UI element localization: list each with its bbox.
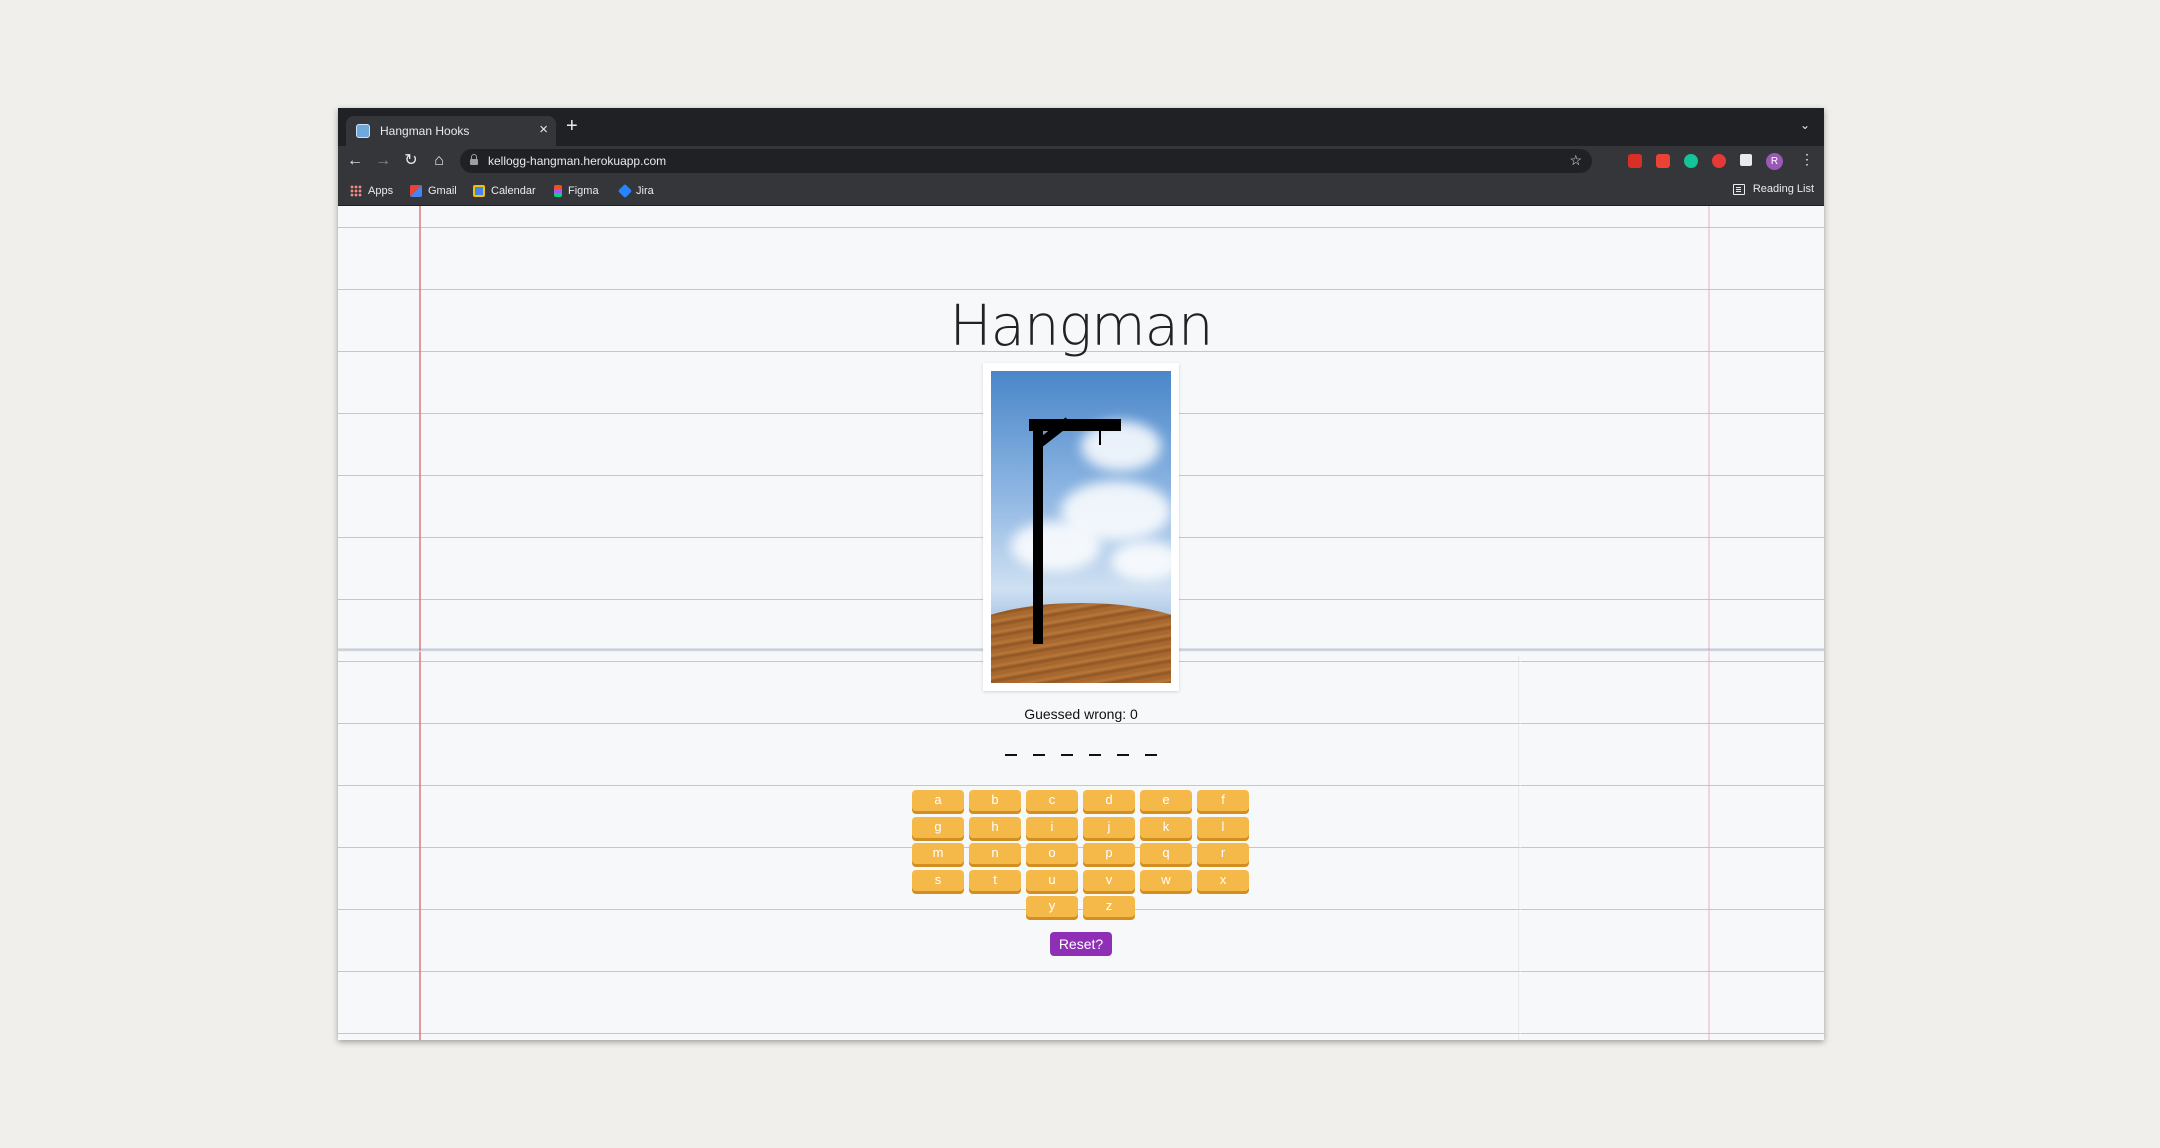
favicon-icon <box>356 124 370 138</box>
chevron-down-icon[interactable]: ⌄ <box>1800 118 1810 132</box>
letter-key-v[interactable]: v <box>1083 869 1135 891</box>
new-tab-icon[interactable]: + <box>566 116 578 136</box>
extension-red-icon[interactable] <box>1628 154 1642 168</box>
word-blanks <box>338 754 1824 756</box>
letter-key-d[interactable]: d <box>1083 790 1135 811</box>
letter-key-q[interactable]: q <box>1140 843 1192 864</box>
letter-blank <box>1089 754 1101 756</box>
forward-icon[interactable]: → <box>372 150 394 172</box>
tab-hangman-hooks[interactable]: Hangman Hooks × <box>346 116 556 146</box>
reading-list-icon <box>1732 183 1745 195</box>
letter-blank <box>1033 754 1045 756</box>
bookmark-star-icon[interactable]: ☆ <box>1569 152 1582 169</box>
gmail-icon <box>410 185 422 197</box>
reading-list[interactable]: Reading List <box>1732 183 1814 195</box>
letter-key-k[interactable]: k <box>1140 816 1192 838</box>
letter-key-h[interactable]: h <box>969 816 1021 838</box>
bookmark-calendar[interactable]: Calendar <box>473 183 536 199</box>
guessed-wrong-counter: Guessed wrong: 0 <box>1024 706 1138 722</box>
letter-key-r[interactable]: r <box>1197 843 1249 864</box>
letter-key-s[interactable]: s <box>912 869 964 891</box>
url-text: kellogg-hangman.herokuapp.com <box>488 154 667 168</box>
letter-key-y[interactable]: y <box>1026 896 1078 917</box>
letter-key-w[interactable]: w <box>1140 869 1192 891</box>
tab-bar: Hangman Hooks × + ⌄ <box>338 108 1824 146</box>
apps-grid-icon <box>350 185 362 197</box>
letter-key-m[interactable]: m <box>912 843 964 864</box>
lock-icon <box>470 154 478 165</box>
letter-key-c[interactable]: c <box>1026 790 1078 811</box>
bookmark-jira[interactable]: Jira <box>617 183 654 199</box>
letter-key-n[interactable]: n <box>969 843 1021 864</box>
bookmark-figma[interactable]: Figma <box>554 183 599 199</box>
letter-key-z[interactable]: z <box>1083 896 1135 917</box>
reload-icon[interactable]: ↻ <box>400 150 422 172</box>
letter-key-a[interactable]: a <box>912 790 964 811</box>
extensions-puzzle-icon[interactable] <box>1740 154 1752 166</box>
letter-key-b[interactable]: b <box>969 790 1021 811</box>
tab-title: Hangman Hooks <box>380 124 470 138</box>
profile-avatar[interactable]: R <box>1766 153 1783 170</box>
close-tab-icon[interactable]: × <box>539 121 548 138</box>
page-title: Hangman <box>949 294 1214 359</box>
browser-toolbar: ← → ↻ ⌂ kellogg-hangman.herokuapp.com ☆ … <box>338 146 1824 176</box>
letter-key-u[interactable]: u <box>1026 869 1078 891</box>
letter-key-x[interactable]: x <box>1197 869 1249 891</box>
extension-adblock-icon[interactable] <box>1712 154 1726 168</box>
letter-key-g[interactable]: g <box>912 816 964 838</box>
letter-blank <box>1145 754 1157 756</box>
letter-key-i[interactable]: i <box>1026 816 1078 838</box>
letter-key-t[interactable]: t <box>969 869 1021 891</box>
letter-key-e[interactable]: e <box>1140 790 1192 811</box>
jira-icon <box>617 183 633 199</box>
home-icon[interactable]: ⌂ <box>428 150 450 172</box>
bookmarks-bar: Apps Gmail Calendar Figma Jira Reading L… <box>338 176 1824 206</box>
more-menu-icon[interactable]: ⋮ <box>1800 151 1814 168</box>
letter-key-o[interactable]: o <box>1026 843 1078 864</box>
letter-key-j[interactable]: j <box>1083 816 1135 838</box>
letter-blank <box>1005 754 1017 756</box>
browser-window: Hangman Hooks × + ⌄ ← → ↻ ⌂ kellogg-hang… <box>338 108 1824 1040</box>
letter-key-p[interactable]: p <box>1083 843 1135 864</box>
hangman-page: Hangman Guessed wrong: 0 abcdef ghijkl mno… <box>338 206 1824 1040</box>
figma-icon <box>554 185 562 197</box>
extension-todoist-icon[interactable] <box>1656 154 1670 168</box>
address-bar[interactable]: kellogg-hangman.herokuapp.com ☆ <box>460 149 1592 173</box>
back-icon[interactable]: ← <box>344 150 366 172</box>
reset-button[interactable]: Reset? <box>1050 932 1112 956</box>
letter-blank <box>1061 754 1073 756</box>
hangman-image-frame <box>983 363 1179 691</box>
extension-grammarly-icon[interactable] <box>1684 154 1698 168</box>
letter-blank <box>1117 754 1129 756</box>
bookmark-gmail[interactable]: Gmail <box>410 183 457 199</box>
bookmark-apps[interactable]: Apps <box>350 183 393 199</box>
hangman-gallows-image <box>991 371 1171 683</box>
letter-key-l[interactable]: l <box>1197 816 1249 838</box>
letter-key-f[interactable]: f <box>1197 790 1249 811</box>
calendar-icon <box>473 185 485 197</box>
